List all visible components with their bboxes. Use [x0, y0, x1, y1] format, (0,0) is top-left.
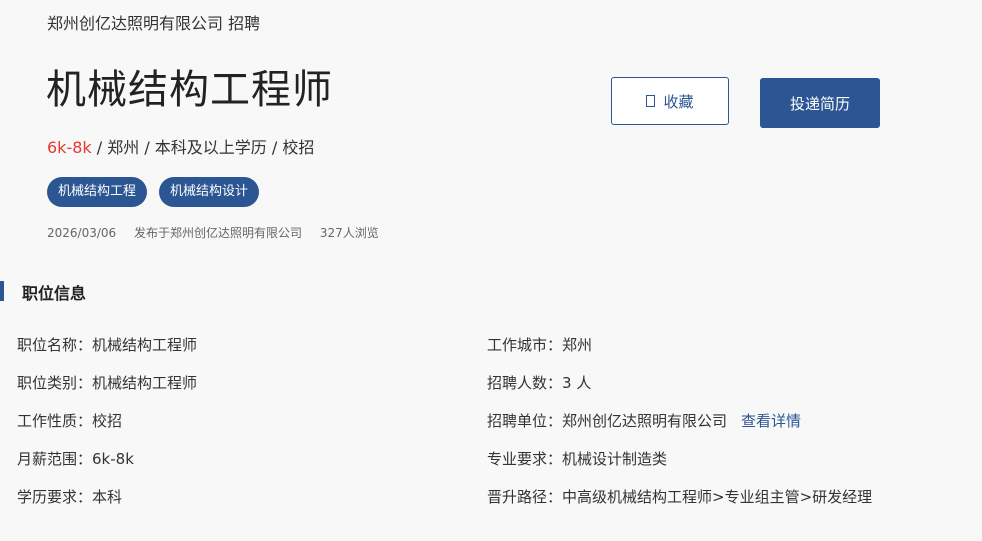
info-row-employer: 招聘单位：郑州创亿达照明有限公司 查看详情 — [487, 409, 872, 447]
view-count: 327人浏览 — [319, 226, 379, 240]
job-title: 机械结构工程师 — [46, 67, 333, 113]
post-date: 2026/03/06 — [47, 226, 117, 240]
info-label: 学历要求： — [17, 488, 93, 506]
info-value: 6k-8k — [92, 450, 134, 468]
job-detail-page: 郑州创亿达照明有限公司 招聘 机械结构工程师 6k-8k / 郑州 / 本科及以… — [0, 0, 982, 541]
info-value: 郑州创亿达照明有限公司 — [562, 412, 728, 430]
info-value: 郑州 — [562, 336, 593, 354]
info-row-job-category: 职位类别：机械结构工程师 — [17, 371, 197, 409]
skill-tag[interactable]: 机械结构设计 — [159, 177, 260, 207]
info-value: 机械结构工程师 — [92, 336, 198, 354]
info-label: 招聘人数： — [487, 374, 563, 392]
info-label: 工作性质： — [17, 412, 93, 430]
info-label: 月薪范围： — [17, 450, 93, 468]
info-row-headcount: 招聘人数：3 人 — [487, 371, 872, 409]
info-value: 本科 — [92, 488, 123, 506]
info-row-education: 学历要求：本科 — [17, 485, 197, 523]
info-row-work-city: 工作城市：郑州 — [487, 333, 872, 371]
info-value: 中高级机械结构工程师>专业组主管>研发经理 — [562, 488, 873, 506]
info-label: 招聘单位： — [487, 412, 563, 430]
info-column-right: 工作城市：郑州 招聘人数：3 人 招聘单位：郑州创亿达照明有限公司 查看详情 专业… — [487, 333, 872, 523]
company-recruit-line[interactable]: 郑州创亿达照明有限公司 招聘 — [47, 10, 260, 34]
info-value: 校招 — [92, 412, 123, 430]
bookmark-icon — [646, 95, 656, 107]
info-label: 职位类别： — [17, 374, 93, 392]
summary-details: / 郑州 / 本科及以上学历 / 校招 — [91, 138, 315, 157]
apply-label: 投递简历 — [789, 94, 850, 113]
job-summary: 6k-8k / 郑州 / 本科及以上学历 / 校招 — [47, 134, 314, 158]
favorite-button[interactable]: 收藏 — [611, 77, 729, 125]
post-meta: 2026/03/06 发布于郑州创亿达照明有限公司 327人浏览 — [47, 224, 393, 241]
info-value: 机械结构工程师 — [92, 374, 198, 392]
publisher-text: 发布于郑州创亿达照明有限公司 — [134, 226, 303, 240]
tag-list: 机械结构工程 机械结构设计 — [47, 177, 260, 207]
info-label: 职位名称： — [17, 336, 93, 354]
info-label: 晋升路径： — [487, 488, 563, 506]
info-label: 专业要求： — [487, 450, 563, 468]
skill-tag[interactable]: 机械结构工程 — [47, 177, 148, 207]
info-row-job-name: 职位名称：机械结构工程师 — [17, 333, 197, 371]
info-label: 工作城市： — [487, 336, 563, 354]
favorite-label: 收藏 — [663, 92, 694, 111]
info-row-major: 专业要求：机械设计制造类 — [487, 447, 872, 485]
salary-text: 6k-8k — [47, 138, 92, 157]
info-value: 机械设计制造类 — [562, 450, 668, 468]
info-row-job-type: 工作性质：校招 — [17, 409, 197, 447]
info-column-left: 职位名称：机械结构工程师 职位类别：机械结构工程师 工作性质：校招 月薪范围：6… — [17, 333, 197, 523]
section-title: 职位信息 — [22, 284, 87, 303]
info-row-career-path: 晋升路径：中高级机械结构工程师>专业组主管>研发经理 — [487, 485, 872, 523]
section-accent-bar — [0, 281, 4, 301]
view-details-link[interactable]: 查看详情 — [741, 412, 801, 430]
info-value: 3 人 — [562, 374, 592, 392]
apply-resume-button[interactable]: 投递简历 — [760, 78, 880, 128]
info-row-salary-range: 月薪范围：6k-8k — [17, 447, 197, 485]
